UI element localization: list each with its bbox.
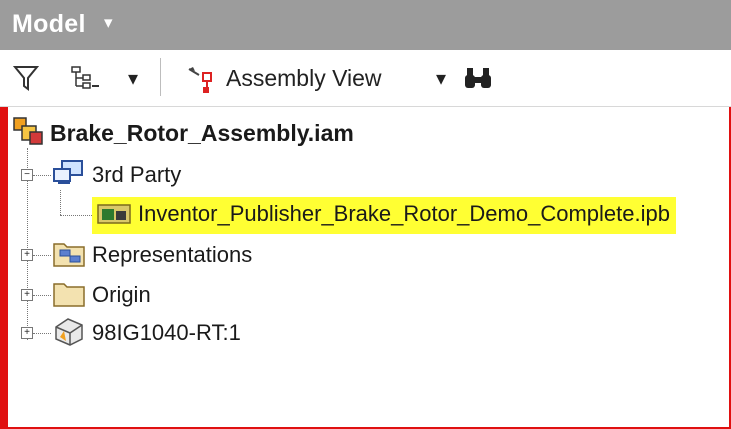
tree-item-part[interactable]: 98IG1040-RT:1 [52,316,241,350]
tree-item-label: 98IG1040-RT:1 [92,320,241,345]
binoculars-icon[interactable] [462,62,494,94]
tree-item-origin[interactable]: Origin [52,278,151,312]
tree-connector [60,215,92,216]
tree-item-label: Inventor_Publisher_Brake_Rotor_Demo_Comp… [138,201,670,226]
folder-icon [52,278,86,313]
part-icon [52,315,86,352]
tree-item-3rd-party[interactable]: 3rd Party [52,158,181,192]
tree-item-representations[interactable]: Representations [52,238,252,272]
assembly-view-icon [184,60,220,96]
tree-connector [33,255,51,256]
toolbar-separator [160,58,161,96]
expander-part[interactable]: + [21,327,33,339]
tree-connector [60,190,61,215]
panel-menu-caret[interactable]: ▾ [104,13,113,33]
tree-item-label: 3rd Party [92,162,182,187]
tree-options-dropdown[interactable]: ▾ [124,66,142,90]
assembly-view-label[interactable]: Assembly View [226,62,382,94]
tree-root-assembly[interactable]: Brake_Rotor_Assembly.iam [12,116,354,150]
tree-root-label: Brake_Rotor_Assembly.iam [50,119,354,146]
highlight-marker: Inventor_Publisher_Brake_Rotor_Demo_Comp… [92,196,676,234]
view-dropdown[interactable]: ▾ [432,66,450,90]
tree-item-publisher-file[interactable]: Inventor_Publisher_Brake_Rotor_Demo_Comp… [92,196,676,234]
expander-3rd-party[interactable]: − [21,169,33,181]
publisher-file-icon [96,199,132,230]
tree-item-label: Origin [92,282,151,307]
representations-icon [52,238,86,273]
expander-origin[interactable]: + [21,289,33,301]
third-party-icon [52,159,86,192]
tree-options-icon[interactable] [68,62,102,94]
tree-connector [33,175,51,176]
tree-connector [33,295,51,296]
tree-connector [33,333,51,334]
filter-icon[interactable] [12,62,40,94]
tree-item-label: Representations [92,242,253,267]
expander-representations[interactable]: + [21,249,33,261]
panel-titlebar[interactable]: Model ▾ [0,0,731,50]
assembly-icon [12,116,44,151]
panel-title: Model [12,10,86,38]
